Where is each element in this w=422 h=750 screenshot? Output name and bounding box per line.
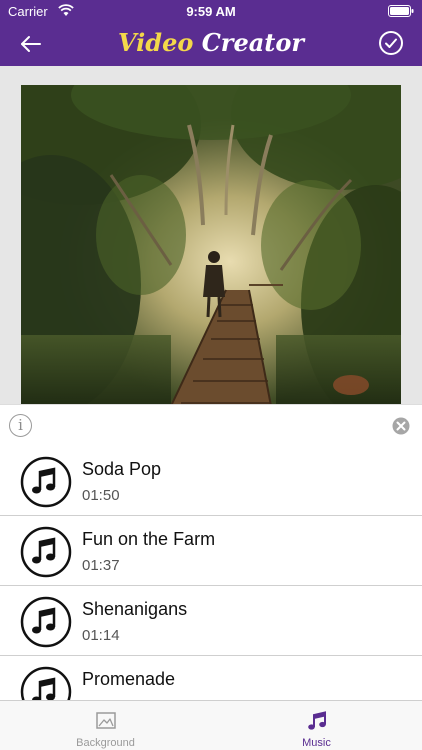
tab-bar: Background Music	[0, 700, 422, 750]
app-title-word-1: Video	[117, 28, 194, 57]
music-note-icon	[20, 596, 72, 648]
music-sheet: i Soda Pop 01:50 Fun on the Farm 01:37 S…	[0, 404, 422, 700]
track-list: Soda Pop 01:50 Fun on the Farm 01:37 She…	[0, 446, 422, 700]
track-duration: 01:50	[82, 487, 120, 504]
track-row[interactable]: Shenanigans 01:14	[0, 586, 422, 656]
music-note-icon	[20, 526, 72, 578]
tab-label: Background	[76, 737, 135, 749]
background-preview-image[interactable]	[21, 85, 401, 406]
status-time: 9:59 AM	[186, 4, 236, 19]
status-bar: Carrier 9:59 AM	[0, 0, 422, 22]
tab-background[interactable]: Background	[0, 701, 211, 750]
track-duration: 01:37	[82, 557, 120, 574]
track-row[interactable]: Fun on the Farm 01:37	[0, 516, 422, 586]
close-button[interactable]	[392, 417, 410, 435]
close-icon	[392, 417, 410, 435]
music-note-icon	[20, 456, 72, 508]
image-icon	[96, 712, 116, 729]
checkmark-circle-icon	[379, 31, 403, 55]
editor-canvas	[0, 66, 422, 406]
navigation-bar: Video Creator	[0, 22, 422, 66]
done-button[interactable]	[378, 30, 404, 56]
music-note-icon	[308, 711, 326, 730]
tab-label: Music	[302, 737, 331, 749]
track-row[interactable]: Promenade	[0, 656, 422, 700]
track-title: Soda Pop	[82, 459, 162, 479]
track-title: Shenanigans	[82, 599, 188, 619]
track-row[interactable]: Soda Pop 01:50	[0, 446, 422, 516]
track-title: Fun on the Farm	[82, 529, 216, 549]
app-title-word-2: Creator	[201, 28, 305, 57]
track-title: Promenade	[82, 669, 176, 689]
battery-icon	[388, 5, 414, 17]
info-button[interactable]: i	[9, 414, 32, 437]
music-note-icon	[20, 666, 72, 700]
tab-music[interactable]: Music	[211, 701, 422, 750]
app-title: Video Creator	[0, 28, 422, 57]
track-duration: 01:14	[82, 627, 120, 644]
